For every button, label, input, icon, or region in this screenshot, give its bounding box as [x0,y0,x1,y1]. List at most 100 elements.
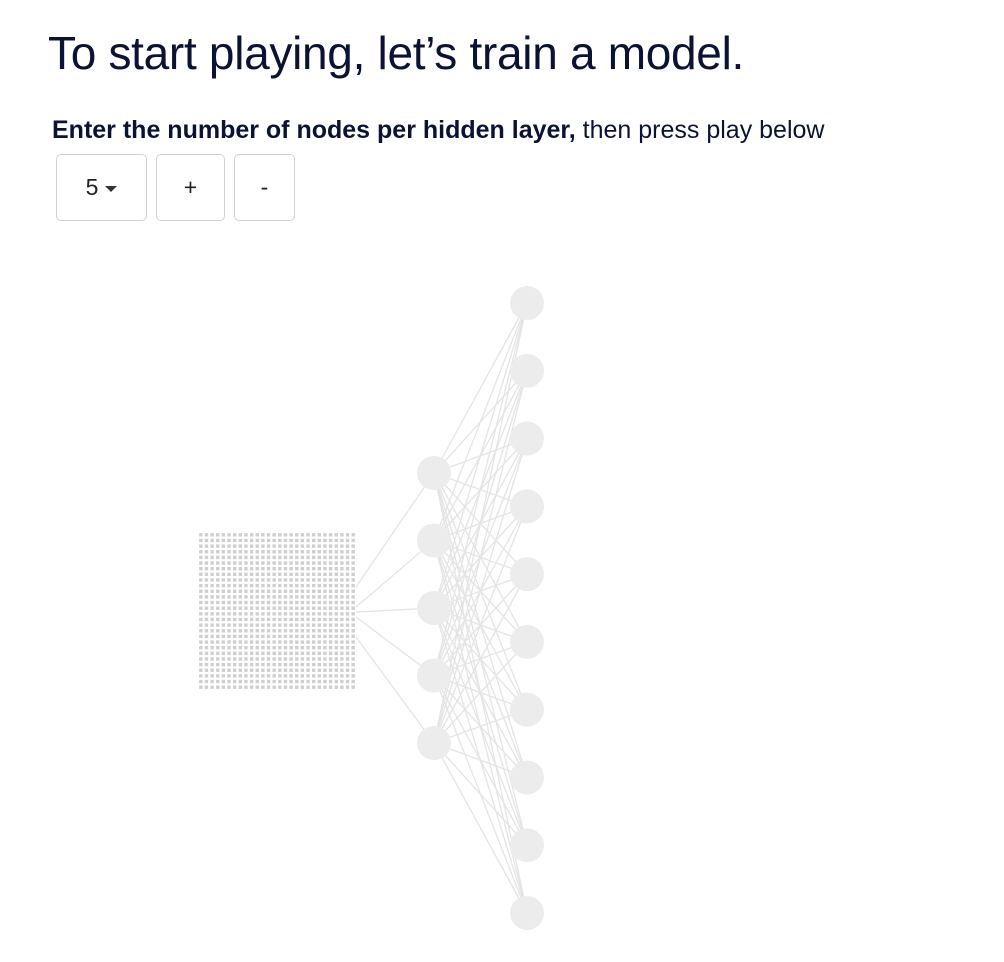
input-pixel [278,629,282,633]
input-pixel [340,674,344,678]
input-pixel [340,555,344,560]
input-pixel [238,606,243,610]
input-pixel [323,674,327,678]
input-pixel [323,657,327,661]
input-pixel [283,578,288,582]
input-pixel [306,538,310,543]
input-pixel [210,533,214,537]
input-pixel [328,572,333,577]
input-pixel [272,555,276,560]
input-pixel [328,533,333,537]
input-pixel [295,555,299,560]
input-pixel [283,634,288,639]
input-pixel [351,561,355,565]
input-pixel [238,600,243,605]
input-pixel [216,674,220,678]
input-pixel [255,634,259,639]
input-pixel [283,645,288,650]
input-pixel [351,612,355,616]
input-pixel [306,617,310,622]
input-pixel [272,612,276,616]
input-pixel [249,629,254,633]
input-pixel [306,544,310,548]
input-pixel [238,617,243,622]
input-pixel [244,674,248,678]
input-pixel [244,657,248,661]
input-pixel [317,668,322,672]
input-pixel [272,668,276,672]
input-pixel [323,533,327,537]
input-pixel [227,657,231,661]
input-pixel [340,550,344,554]
input-pixel [300,634,305,639]
input-pixel [227,640,231,644]
input-pixel [199,595,203,599]
input-pixel [227,623,231,627]
input-pixel [227,572,231,577]
input-pixel [216,679,220,684]
input-pixel [283,685,288,689]
input-pixel [238,595,243,599]
input-pixel [340,566,344,571]
input-pixel [300,600,305,605]
input-pixel [221,634,226,639]
input-pixel [323,612,327,616]
input-pixel [244,595,248,599]
input-pixel [204,544,209,548]
input-pixel [334,578,338,582]
hidden-output-edge [433,370,528,744]
input-pixel [249,561,254,565]
input-pixel [216,662,220,667]
input-pixel [334,617,338,622]
input-pixel [249,623,254,627]
input-pixel [300,595,305,599]
input-pixel [216,612,220,616]
input-pixel [311,662,316,667]
input-pixel [249,617,254,622]
input-pixel [249,645,254,650]
input-pixel [199,583,203,588]
input-pixel [328,629,333,633]
input-pixel [210,538,214,543]
input-pixel [306,623,310,627]
input-pixel [328,645,333,650]
input-pixel [278,645,282,650]
input-pixel [345,550,350,554]
input-pixel [345,645,350,650]
input-pixel [255,600,259,605]
input-pixel [238,555,243,560]
input-pixel [351,640,355,644]
input-pixel [351,651,355,656]
input-pixel [249,544,254,548]
input-pixel [306,645,310,650]
input-pixel [300,640,305,644]
input-pixel [204,578,209,582]
input-pixel [311,589,316,593]
input-pixel [278,657,282,661]
input-pixel [261,550,265,554]
input-pixel [283,589,288,593]
input-pixel [210,595,214,599]
input-pixel [210,629,214,633]
input-pixel [261,685,265,689]
input-pixel [334,640,338,644]
input-pixel [345,538,350,543]
input-pixel [216,578,220,582]
input-pixel [255,533,259,537]
input-pixel [295,657,299,661]
input-pixel [351,634,355,639]
input-pixel [221,662,226,667]
input-pixel [345,629,350,633]
input-pixel [323,544,327,548]
input-pixel [255,657,259,661]
input-pixel [311,679,316,684]
input-pixel [210,651,214,656]
input-pixel [351,578,355,582]
input-pixel [227,612,231,616]
input-pixel [283,544,288,548]
input-pixel [227,617,231,622]
input-pixel [249,550,254,554]
input-pixel [261,674,265,678]
input-pixel [216,651,220,656]
input-pixel [221,572,226,577]
